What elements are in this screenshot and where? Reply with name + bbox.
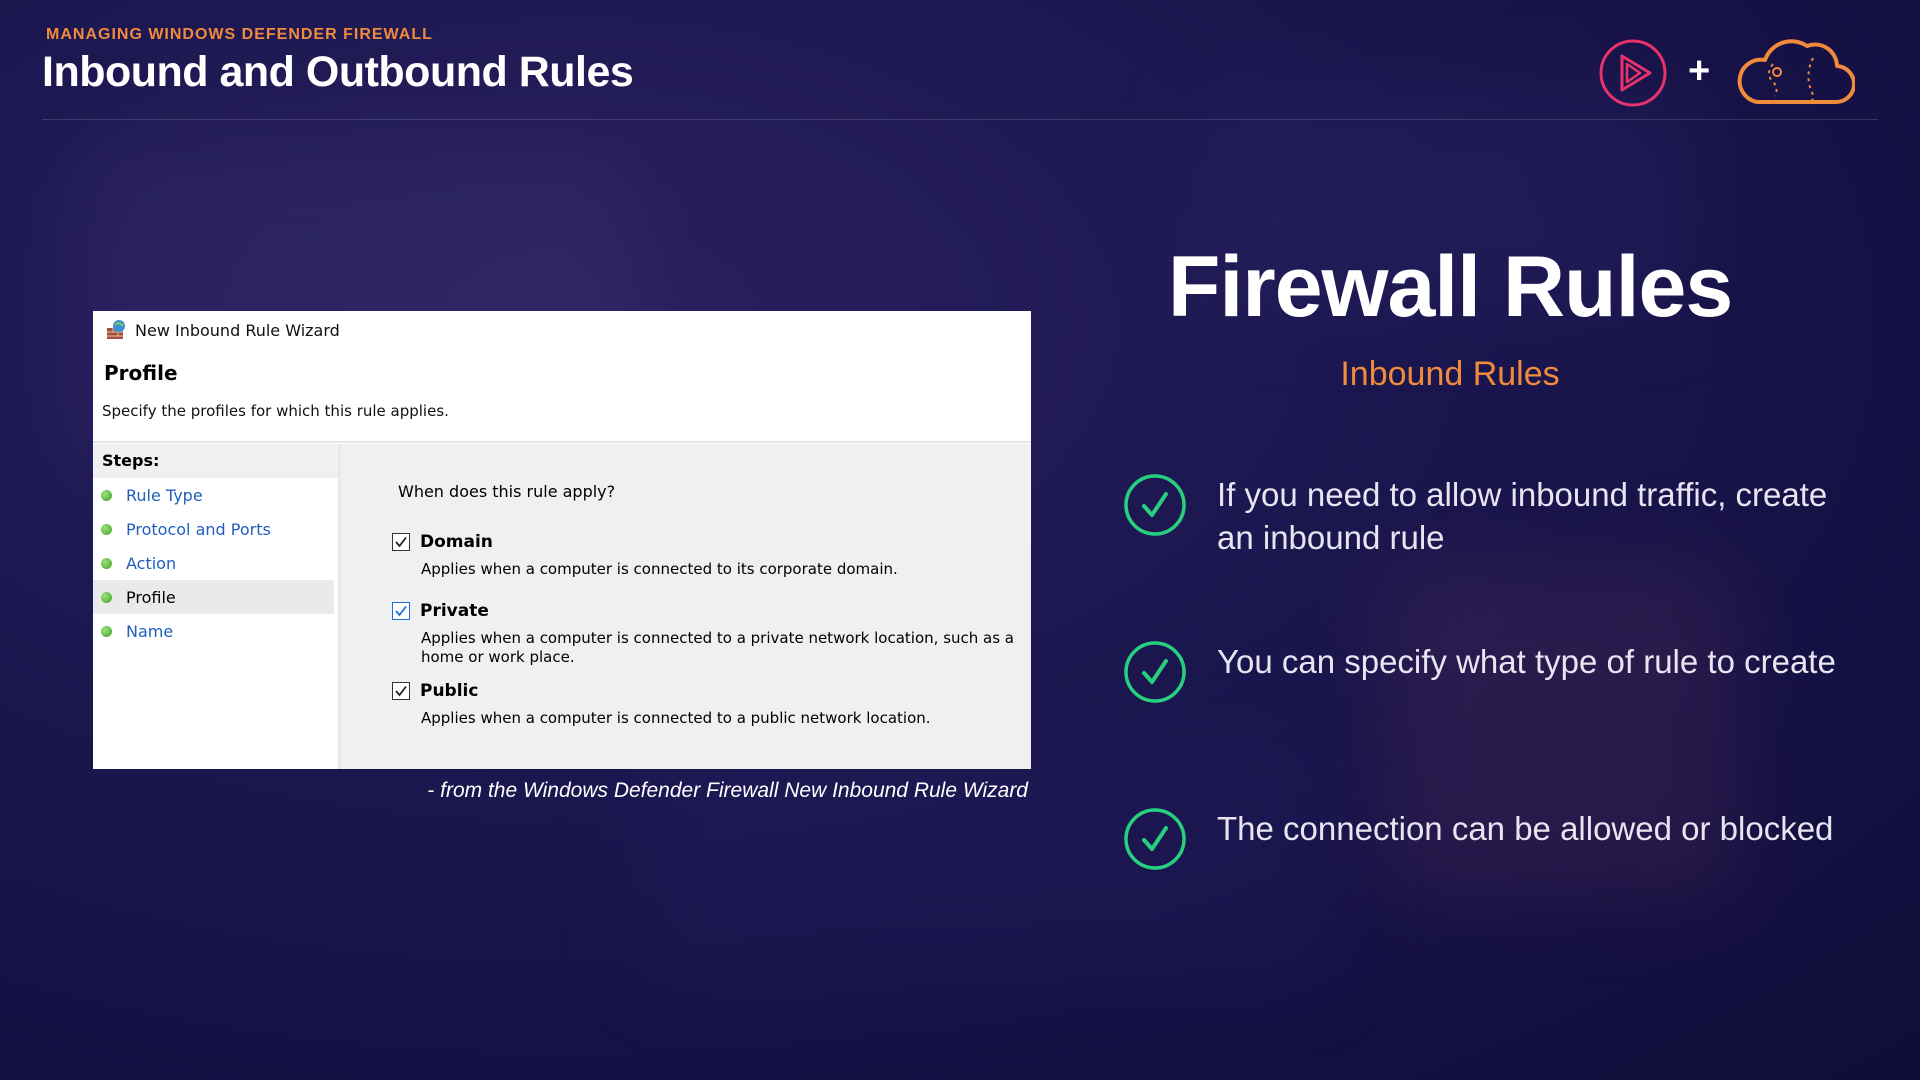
step-status-dot-icon: [101, 523, 112, 535]
wizard-steps-panel: Steps: Rule Type Protocol and Ports Acti…: [93, 444, 341, 769]
checkmark-icon: [395, 536, 407, 548]
play-logo-icon: [1599, 39, 1667, 107]
topic-title: Firewall Rules: [1167, 239, 1733, 335]
step-name[interactable]: Name: [93, 614, 334, 648]
bullet-item: If you need to allow inbound traffic, cr…: [1123, 473, 1843, 559]
wizard-divider: [93, 441, 1031, 443]
wizard-window-title: New Inbound Rule Wizard: [135, 320, 340, 340]
public-label: Public: [420, 681, 479, 701]
step-label: Rule Type: [126, 485, 203, 505]
wizard-page-description: Specify the profiles for which this rule…: [102, 402, 449, 420]
option-domain: Domain Applies when a computer is connec…: [392, 532, 1031, 579]
public-description: Applies when a computer is connected to …: [421, 709, 931, 727]
topic-subtitle: Inbound Rules: [1340, 355, 1560, 393]
step-label: Name: [126, 621, 174, 641]
option-public: Public Applies when a computer is connec…: [392, 681, 1031, 728]
section-eyebrow: MANAGING WINDOWS DEFENDER FIREWALL: [46, 26, 433, 43]
public-checkbox[interactable]: [392, 682, 410, 700]
header-divider: [42, 119, 1878, 120]
step-protocol-and-ports[interactable]: Protocol and Ports: [93, 512, 334, 546]
check-circle-icon: [1124, 474, 1186, 536]
step-status-dot-icon: [101, 489, 112, 501]
wizard-page-heading: Profile: [104, 361, 178, 385]
step-status-dot-icon: [101, 557, 112, 569]
rule-wizard-screenshot: New Inbound Rule Wizard Profile Specify …: [93, 311, 1031, 769]
step-status-dot-icon: [101, 625, 112, 637]
slide-title: Inbound and Outbound Rules: [42, 48, 634, 96]
option-private: Private Applies when a computer is conne…: [392, 601, 1031, 667]
step-profile[interactable]: Profile: [93, 580, 334, 614]
bullet-text: The connection can be allowed or blocked: [1217, 810, 1834, 847]
plus-sign: +: [1688, 50, 1711, 92]
wizard-content-panel: When does this rule apply? Domain Applie…: [341, 444, 1031, 769]
wizard-titlebar: New Inbound Rule Wizard: [105, 317, 340, 343]
bullet-item: The connection can be allowed or blocked: [1123, 807, 1843, 871]
check-circle-icon: [1124, 641, 1186, 703]
domain-label: Domain: [420, 532, 493, 552]
step-status-dot-icon: [101, 591, 112, 603]
domain-checkbox[interactable]: [392, 533, 410, 551]
bullet-text: You can specify what type of rule to cre…: [1217, 643, 1836, 680]
step-action[interactable]: Action: [93, 546, 334, 580]
private-description: Applies when a computer is connected to …: [421, 629, 1014, 666]
checkmark-icon: [395, 605, 407, 617]
step-rule-type[interactable]: Rule Type: [93, 478, 334, 512]
screenshot-caption: - from the Windows Defender Firewall New…: [427, 779, 1028, 802]
steps-heading: Steps:: [93, 444, 338, 478]
firewall-icon: [107, 320, 125, 339]
profile-question: When does this rule apply?: [398, 482, 616, 501]
step-label: Profile: [126, 587, 176, 607]
domain-description: Applies when a computer is connected to …: [421, 560, 898, 578]
step-label: Protocol and Ports: [126, 519, 271, 539]
checkmark-icon: [395, 685, 407, 697]
private-checkbox[interactable]: [392, 602, 410, 620]
bullet-text: If you need to allow inbound traffic, cr…: [1217, 476, 1828, 556]
bullet-item: You can specify what type of rule to cre…: [1123, 640, 1843, 704]
private-label: Private: [420, 601, 489, 621]
cloud-logo-icon: [1737, 39, 1855, 105]
step-label: Action: [126, 553, 177, 573]
check-circle-icon: [1124, 808, 1186, 870]
